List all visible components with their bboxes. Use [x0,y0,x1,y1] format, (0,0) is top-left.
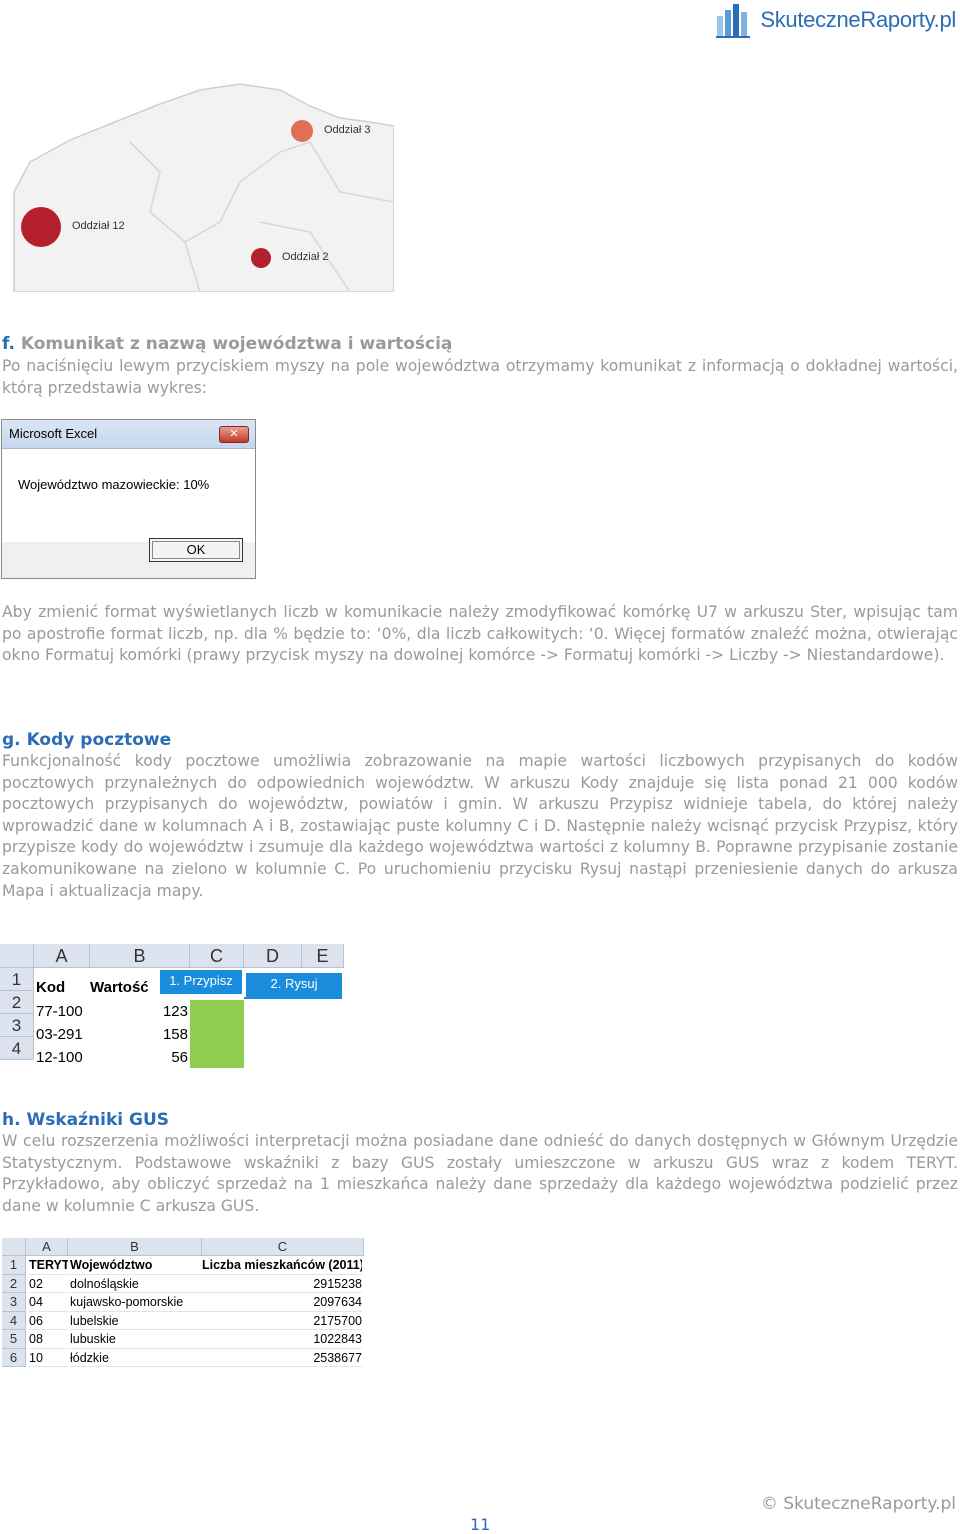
col-header-b[interactable]: B [68,1238,202,1256]
row-header-3[interactable]: 3 [2,1293,26,1312]
table-cell-wartosc[interactable]: 56 [90,1046,188,1069]
table-cell-wojewodztwo[interactable]: lubuskie [70,1330,202,1349]
row-header-4[interactable]: 4 [2,1311,26,1330]
row-header-6[interactable]: 6 [2,1348,26,1367]
header-cell-wojewodztwo[interactable]: Województwo [70,1256,202,1275]
bubble-oddzial-3[interactable] [291,120,313,142]
page-number: 11 [470,1515,491,1534]
bubble-oddzial-2[interactable] [251,248,271,268]
section-f-letter: f. [2,334,15,354]
ok-button[interactable]: OK [149,538,243,562]
table-cell-teryt[interactable]: 10 [29,1349,68,1367]
table-cell-liczba[interactable]: 2915238 [202,1275,362,1293]
dialog-title: Microsoft Excel [9,426,98,441]
spreadsheet-gus: A B C 1 2 3 4 5 6 TERYT Województwo Licz… [2,1238,364,1368]
table-cell-wojewodztwo[interactable]: kujawsko-pomorskie [70,1293,202,1312]
header-cell-kod[interactable]: Kod [36,976,90,999]
sheet-corner [2,1238,26,1256]
rysuj-underline [244,997,342,999]
excel-message-dialog: Microsoft Excel ✕ Województwo mazowiecki… [1,419,256,579]
sheet-corner [0,944,34,968]
brand-logo-text: SkuteczneRaporty.pl [760,7,956,32]
section-f-intro: Po naciśnięciu lewym przyciskiem myszy n… [2,357,958,397]
table-cell-wojewodztwo[interactable]: lubelskie [70,1312,202,1330]
section-h-body: W celu rozszerzenia możliwości interpret… [2,1132,958,1215]
map-label-oddzial-3: Oddział 3 [324,124,371,136]
row-header-5[interactable]: 5 [2,1330,26,1349]
map-label-oddzial-12: Oddział 12 [72,220,125,232]
section-g-body: Funkcjonalność kody pocztowe umożliwia z… [2,752,958,900]
section-h-heading: h. Wskaźniki GUS [2,1110,169,1130]
dialog-body: Województwo mazowieckie: 10% [2,449,255,542]
table-cell-teryt[interactable]: 06 [29,1312,68,1330]
table-cell-kod[interactable]: 77-100 [36,1000,90,1023]
dialog-message: Województwo mazowieckie: 10% [18,477,210,492]
table-cell-wojewodztwo[interactable]: dolnośląskie [70,1275,202,1293]
row-header-2[interactable]: 2 [0,991,34,1014]
section-g-letter: g. [2,730,21,750]
row-header-3[interactable]: 3 [0,1014,34,1037]
col-header-d[interactable]: D [244,944,302,968]
dialog-title-bar: Microsoft Excel ✕ [2,420,255,449]
col-header-b[interactable]: B [90,944,190,968]
table-cell-kod[interactable]: 12-100 [36,1046,90,1069]
col-header-a[interactable]: A [26,1238,68,1256]
table-cell-wartosc[interactable]: 158 [90,1023,188,1046]
row-header-2[interactable]: 2 [2,1274,26,1293]
table-cell-teryt[interactable]: 02 [29,1275,68,1293]
section-g-title: Kody pocztowe [26,730,172,750]
header-cell-teryt[interactable]: TERYT [29,1256,68,1275]
table-cell-wartosc[interactable]: 123 [90,1000,188,1023]
brand-logo: SkuteczneRaporty.pl [716,2,956,38]
section-h-letter: h. [2,1110,21,1130]
col-header-a[interactable]: A [34,944,90,968]
bar-chart-logo-icon [716,4,751,38]
table-cell-liczba[interactable]: 2097634 [202,1293,362,1312]
section-f-heading: f. Komunikat z nazwą województwa i warto… [2,334,452,354]
table-cell-liczba[interactable]: 2538677 [202,1349,362,1367]
map-label-oddzial-2: Oddział 2 [282,251,329,263]
map-figure: Oddział 3 Oddział 12 Oddział 2 [10,82,395,293]
col-header-c[interactable]: C [190,944,244,968]
col-header-c[interactable]: C [202,1238,364,1256]
green-status-cells [190,1000,244,1068]
table-cell-liczba[interactable]: 2175700 [202,1312,362,1330]
row-header-1[interactable]: 1 [2,1256,26,1275]
bubble-oddzial-12[interactable] [21,207,61,247]
section-g-heading: g. Kody pocztowe [2,730,171,750]
table-cell-liczba[interactable]: 1022843 [202,1330,362,1349]
table-cell-kod[interactable]: 03-291 [36,1023,90,1046]
row-header-1[interactable]: 1 [0,968,34,991]
row-header-4[interactable]: 4 [0,1037,34,1060]
table-cell-teryt[interactable]: 04 [29,1293,68,1312]
map-outline [13,83,395,293]
section-f-after: Aby zmienić format wyświetlanych liczb w… [2,603,958,665]
table-cell-wojewodztwo[interactable]: łódzkie [70,1349,202,1367]
przypisz-button[interactable]: 1. Przypisz [160,970,242,994]
col-header-e[interactable]: E [302,944,344,968]
close-icon[interactable]: ✕ [219,426,249,443]
section-h-title: Wskaźniki GUS [26,1110,170,1130]
section-f-title: Komunikat z nazwą województwa i wartości… [20,334,453,354]
rysuj-button[interactable]: 2. Rysuj [246,973,342,997]
footer-copyright: © SkuteczneRaporty.pl [760,1494,956,1514]
header-cell-liczba-mieszkancow[interactable]: Liczba mieszkańców (2011) [202,1256,362,1275]
spreadsheet-przypisz: A B C D E 1 2 3 4 Kod Wartość 1. Przypis… [0,944,344,1068]
table-cell-teryt[interactable]: 08 [29,1330,68,1349]
